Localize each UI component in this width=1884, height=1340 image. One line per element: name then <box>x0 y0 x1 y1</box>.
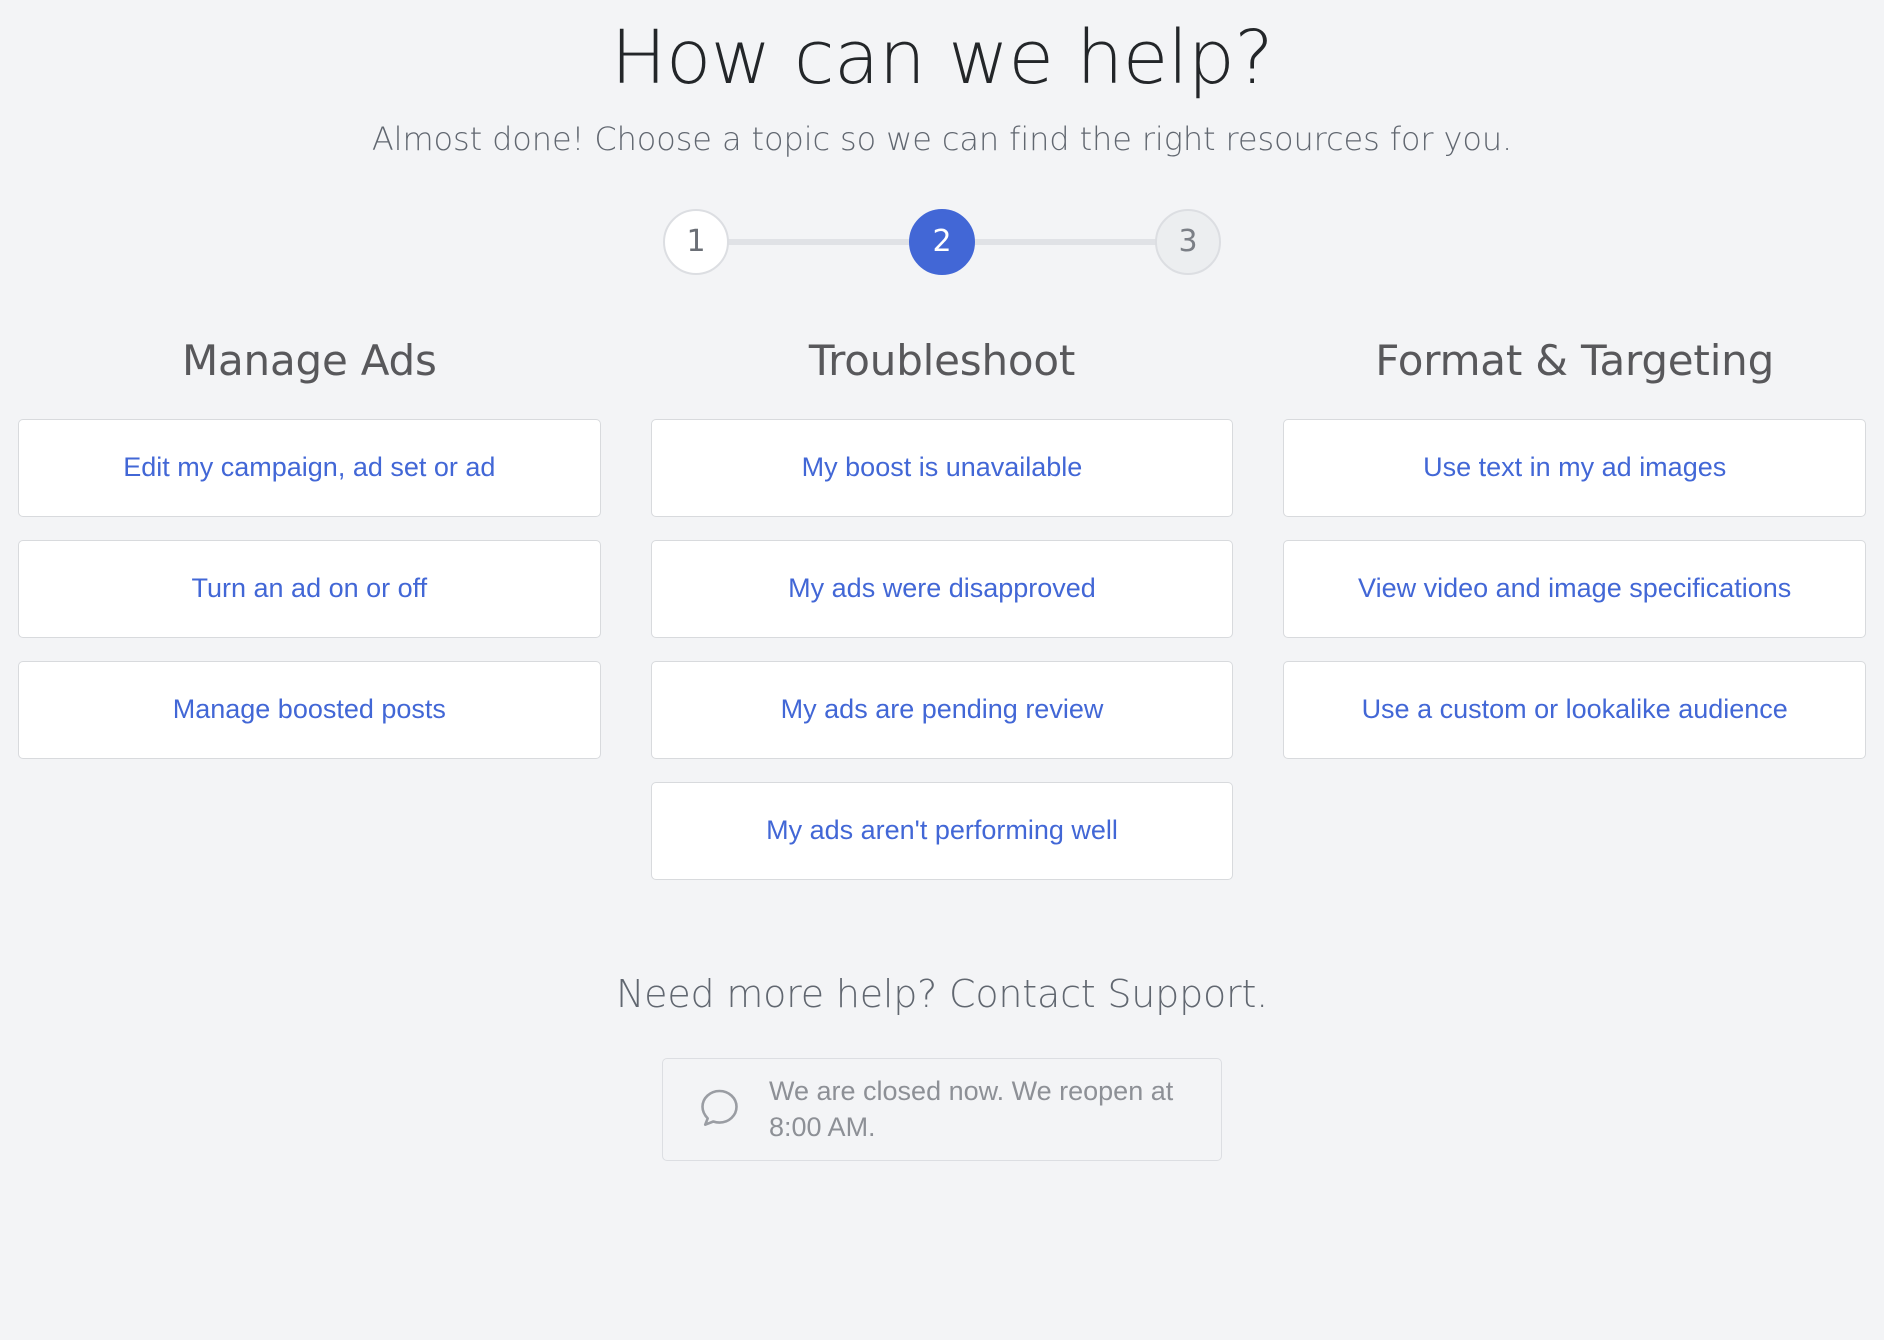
topic-button-video-image-specs[interactable]: View video and image specifications <box>1283 539 1867 638</box>
topic-button-manage-boosted-posts[interactable]: Manage boosted posts <box>18 660 601 759</box>
topic-column-format-targeting: Format & Targeting Use text in my ad ima… <box>1283 335 1867 759</box>
topic-button-ads-not-performing[interactable]: My ads aren't performing well <box>650 781 1234 880</box>
column-title-troubleshoot: Troubleshoot <box>808 335 1076 385</box>
topic-button-ads-pending-review[interactable]: My ads are pending review <box>650 660 1234 759</box>
step-2[interactable]: 2 <box>909 208 975 275</box>
step-connector-2 <box>972 238 1158 245</box>
step-connector-1 <box>726 238 912 245</box>
page-subtitle: Almost done! Choose a topic so we can fi… <box>371 119 1513 158</box>
help-topic-picker-page: How can we help? Almost done! Choose a t… <box>0 0 1884 1340</box>
topic-column-manage-ads: Manage Ads Edit my campaign, ad set or a… <box>18 336 601 759</box>
topic-button-custom-lookalike-audience[interactable]: Use a custom or lookalike audience <box>1283 660 1867 759</box>
column-title-format-targeting: Format & Targeting <box>1375 335 1775 385</box>
topic-button-edit-campaign[interactable]: Edit my campaign, ad set or ad <box>18 418 601 517</box>
topic-column-troubleshoot: Troubleshoot My boost is unavailable My … <box>650 335 1234 880</box>
step-3[interactable]: 3 <box>1155 208 1221 275</box>
topic-button-turn-ad-on-off[interactable]: Turn an ad on or off <box>18 539 601 638</box>
page-title: How can we help? <box>610 15 1274 101</box>
topic-button-boost-unavailable[interactable]: My boost is unavailable <box>650 418 1234 517</box>
topic-columns: Manage Ads Edit my campaign, ad set or a… <box>0 336 1884 880</box>
step-indicator: 1 2 3 <box>0 206 1884 278</box>
topic-button-text-in-ad-images[interactable]: Use text in my ad images <box>1283 418 1867 517</box>
chat-status-text: We are closed now. We reopen at 8:00 AM. <box>769 1075 1174 1143</box>
step-1[interactable]: 1 <box>663 208 729 275</box>
page-header: How can we help? Almost done! Choose a t… <box>0 0 1884 158</box>
chat-bubble-icon <box>693 1082 747 1136</box>
page-footer: Need more help? Contact Support. We are … <box>0 972 1884 1162</box>
column-title-manage-ads: Manage Ads <box>181 335 437 385</box>
chat-availability-status[interactable]: We are closed now. We reopen at 8:00 AM. <box>662 1057 1222 1162</box>
contact-support-line[interactable]: Need more help? Contact Support. <box>0 972 1884 1016</box>
topic-button-ads-disapproved[interactable]: My ads were disapproved <box>650 539 1234 638</box>
